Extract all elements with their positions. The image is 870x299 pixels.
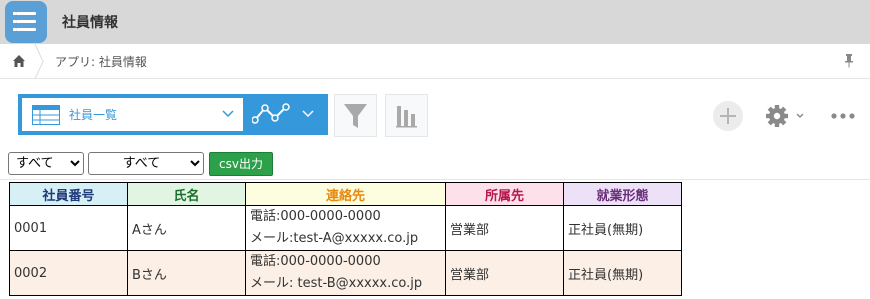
more-options-button[interactable] [830,108,856,122]
chevron-down-icon [302,110,314,118]
column-header-type[interactable]: 就業形態 [563,182,682,206]
table-row[interactable]: 0002 Bさん 電話:000-0000-0000 メール: test-B@xx… [9,250,682,296]
add-record-button[interactable] [713,101,743,131]
column-header-dept[interactable]: 所属先 [445,182,564,206]
cell-type: 正社員(無期) [563,205,682,251]
pin-icon[interactable] [843,53,855,69]
cell-type: 正社員(無期) [563,250,682,296]
app-title: 社員情報 [62,15,118,31]
table-header-row: 社員番号 氏名 連絡先 所属先 就業形態 [9,182,682,206]
column-header-id[interactable]: 社員番号 [9,182,128,206]
view-selector[interactable]: 社員一覧 [18,94,244,135]
breadcrumb: アプリ: 社員情報 [0,44,870,79]
cell-name[interactable]: Bさん [127,250,246,296]
graph-icon [252,103,290,124]
table-row[interactable]: 0001 Aさん 電話:000-0000-0000 メール:test-A@xxx… [9,205,682,251]
breadcrumb-current[interactable]: アプリ: 社員情報 [55,53,147,70]
contact-phone: 電話:000-0000-0000 [250,209,381,224]
app-header: 社員情報 [0,0,870,44]
home-icon[interactable] [12,54,26,68]
contact-phone: 電話:000-0000-0000 [250,254,381,269]
filter-row: すべて すべて csv出力 [0,150,870,180]
chart-button[interactable] [385,94,428,137]
contact-mail: メール: test-B@xxxxx.co.jp [250,276,423,291]
cell-contact: 電話:000-0000-0000 メール: test-B@xxxxx.co.jp [245,250,446,296]
cell-dept: 営業部 [445,250,564,296]
column-header-contact[interactable]: 連絡先 [245,182,446,206]
cell-name[interactable]: Aさん [127,205,246,251]
list-app-icon[interactable] [5,1,47,43]
cell-id: 0001 [9,205,128,251]
filter-select-2[interactable]: すべて [88,152,204,175]
view-selected-label: 社員一覧 [69,108,118,122]
contact-mail: メール:test-A@xxxxx.co.jp [250,231,419,246]
plus-icon [720,108,736,124]
list-view-icon [32,105,60,125]
bar-chart-icon [396,106,417,128]
column-header-name[interactable]: 氏名 [127,182,246,206]
cell-id: 0002 [9,250,128,296]
cell-dept: 営業部 [445,205,564,251]
more-dots-icon [831,113,855,119]
gear-icon [766,105,804,127]
graph-selector[interactable] [244,94,328,135]
breadcrumb-separator [34,44,44,79]
settings-button[interactable] [765,104,807,128]
funnel-icon [344,104,367,128]
cell-contact: 電話:000-0000-0000 メール:test-A@xxxxx.co.jp [245,205,446,251]
chevron-down-icon [222,110,234,118]
filter-button[interactable] [334,94,377,137]
csv-export-button[interactable]: csv出力 [209,152,273,176]
records-table: 社員番号 氏名 連絡先 所属先 就業形態 0001 Aさん 電話:000-000… [9,182,682,296]
filter-select-1[interactable]: すべて [8,152,84,175]
